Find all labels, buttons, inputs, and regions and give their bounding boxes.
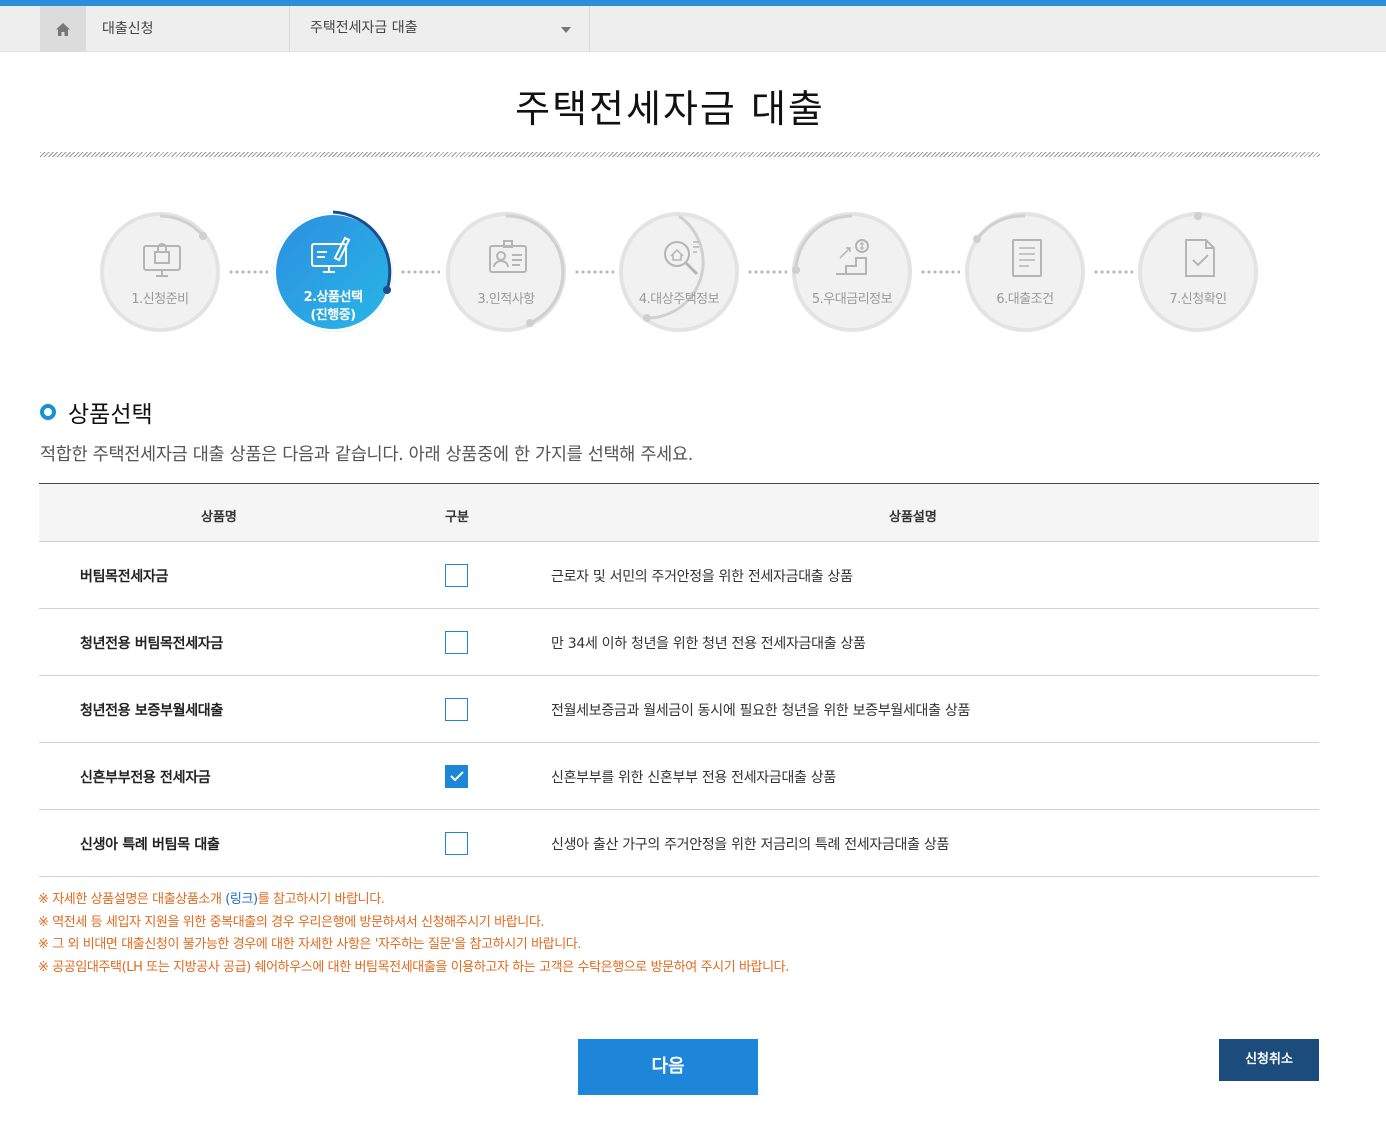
table-row: 청년전용 보증부월세대출 전월세보증금과 월세금이 동시에 필요한 청년을 위한 … <box>39 676 1319 743</box>
lock-monitor-icon <box>143 243 181 277</box>
header-product-name: 상품명 <box>201 510 237 525</box>
product-name: 청년전용 버팀목전세자금 <box>80 636 223 652</box>
home-icon <box>56 22 70 36</box>
header-product-desc: 상품설명 <box>889 510 937 525</box>
step-connector <box>400 270 440 274</box>
checkmark-icon <box>450 771 464 782</box>
progress-steps: 1.신청준비 2.상품선택 (진행중) 3.인적사항 4.대상주택정보 5.우대… <box>0 210 1386 342</box>
cancel-application-button[interactable]: 신청취소 <box>1219 1039 1319 1081</box>
step-connector <box>574 270 614 274</box>
step-3-label: 3.인적사항 <box>477 292 535 307</box>
step-5-label: 5.우대금리정보 <box>811 292 893 307</box>
product-checkbox[interactable] <box>445 765 468 788</box>
product-name: 신혼부부전용 전세자금 <box>80 770 211 786</box>
notice-item: ※ 역전세 등 세입자 지원을 위한 중복대출의 경우 우리은행에 방문하셔서 … <box>38 914 545 930</box>
step-connector <box>1093 270 1133 274</box>
table-row: 청년전용 버팀목전세자금 만 34세 이하 청년을 위한 청년 전용 전세자금대출… <box>39 609 1319 676</box>
step-6: 6.대출조건 <box>965 212 1085 332</box>
step-2-status: (진행중) <box>310 308 356 323</box>
table-row: 신생아 특례 버팀목 대출 신생아 출산 가구의 주거안정을 위한 저금리의 특례… <box>39 810 1319 877</box>
step-4: 4.대상주택정보 <box>619 212 739 332</box>
product-description: 근로자 및 서민의 주거안정을 위한 전세자금대출 상품 <box>551 569 853 585</box>
page-title: 주택전세자금 대출 <box>515 87 825 131</box>
notice-list: ※ 자세한 상품설명은 대출상품소개 (링크)를 참고하시기 바랍니다. ※ 역… <box>38 889 1138 979</box>
section-description: 적합한 주택전세자금 대출 상품은 다음과 같습니다. 아래 상품중에 한 가지… <box>40 445 694 465</box>
table-header: 상품명 구분 상품설명 <box>39 484 1319 542</box>
product-description: 신생아 출산 가구의 주거안정을 위한 저금리의 특례 전세자금대출 상품 <box>551 837 950 853</box>
product-name: 신생아 특례 버팀목 대출 <box>80 837 220 853</box>
select-product-icon <box>311 236 351 273</box>
product-select-value: 주택전세자금 대출 <box>310 20 418 36</box>
step-4-label: 4.대상주택정보 <box>638 292 720 307</box>
header-type: 구분 <box>445 510 469 525</box>
step-connector <box>228 270 268 274</box>
notice-item: ※ 공공임대주택(LH 또는 지방공사 공급) 쉐어하우스에 대한 버팀목전세대… <box>38 959 789 975</box>
product-name: 버팀목전세자금 <box>80 569 169 585</box>
product-select-dropdown[interactable]: 주택전세자금 대출 <box>290 6 590 52</box>
bullet-icon <box>40 404 56 420</box>
table-row: 신혼부부전용 전세자금 신혼부부를 위한 신혼부부 전용 전세자금대출 상품 <box>39 743 1319 810</box>
table-row: 버팀목전세자금 근로자 및 서민의 주거안정을 위한 전세자금대출 상품 <box>39 542 1319 609</box>
product-description: 만 34세 이하 청년을 위한 청년 전용 전세자금대출 상품 <box>551 636 866 652</box>
chevron-down-icon <box>561 27 571 33</box>
step-3: 3.인적사항 <box>446 212 566 332</box>
title-divider <box>40 152 1320 157</box>
product-intro-link[interactable]: (링크) <box>225 892 258 907</box>
step-2: 2.상품선택 (진행중) <box>273 210 393 332</box>
notice-text: ※ 자세한 상품설명은 대출상품소개 <box>38 892 226 907</box>
id-card-icon <box>489 240 527 273</box>
product-description: 전월세보증금과 월세금이 동시에 필요한 청년을 위한 보증부월세대출 상품 <box>551 703 971 719</box>
step-2-label: 2.상품선택 <box>303 290 363 305</box>
next-button[interactable]: 다음 <box>578 1039 758 1095</box>
product-name: 청년전용 보증부월세대출 <box>80 703 223 719</box>
section-title: 상품선택 <box>40 395 153 429</box>
step-5: 5.우대금리정보 <box>792 212 912 332</box>
section-title-text: 상품선택 <box>68 402 153 428</box>
home-button[interactable] <box>40 6 86 52</box>
step-7: 7.신청확인 <box>1138 212 1258 332</box>
product-checkbox[interactable] <box>445 698 468 721</box>
step-7-label: 7.신청확인 <box>1169 292 1227 307</box>
notice-text: 를 참고하시기 바랍니다. <box>257 892 385 907</box>
step-connector <box>920 270 960 274</box>
rate-stairs-icon <box>836 239 869 275</box>
product-checkbox[interactable] <box>445 631 468 654</box>
product-description: 신혼부부를 위한 신혼부부 전용 전세자금대출 상품 <box>551 770 836 786</box>
house-search-icon <box>664 241 699 276</box>
notice-item: ※ 자세한 상품설명은 대출상품소개 (링크)를 참고하시기 바랍니다. <box>38 889 1138 912</box>
breadcrumb-loan-application[interactable]: 대출신청 <box>86 6 290 52</box>
product-checkbox[interactable] <box>445 564 468 587</box>
breadcrumb-bar: 대출신청 주택전세자금 대출 <box>0 6 1386 52</box>
notice-item: ※ 그 외 비대면 대출신청이 불가능한 경우에 대한 자세한 사항은 '자주하… <box>38 937 582 952</box>
document-list-icon <box>1012 239 1042 277</box>
step-connector <box>747 270 787 274</box>
step-6-label: 6.대출조건 <box>996 292 1054 307</box>
step-1-label: 1.신청준비 <box>131 292 189 307</box>
step-1: 1.신청준비 <box>100 212 220 332</box>
document-check-icon <box>1185 239 1215 277</box>
product-checkbox[interactable] <box>445 832 468 855</box>
product-table: 상품명 구분 상품설명 버팀목전세자금 근로자 및 서민의 주거안정을 위한 전세… <box>39 483 1319 877</box>
